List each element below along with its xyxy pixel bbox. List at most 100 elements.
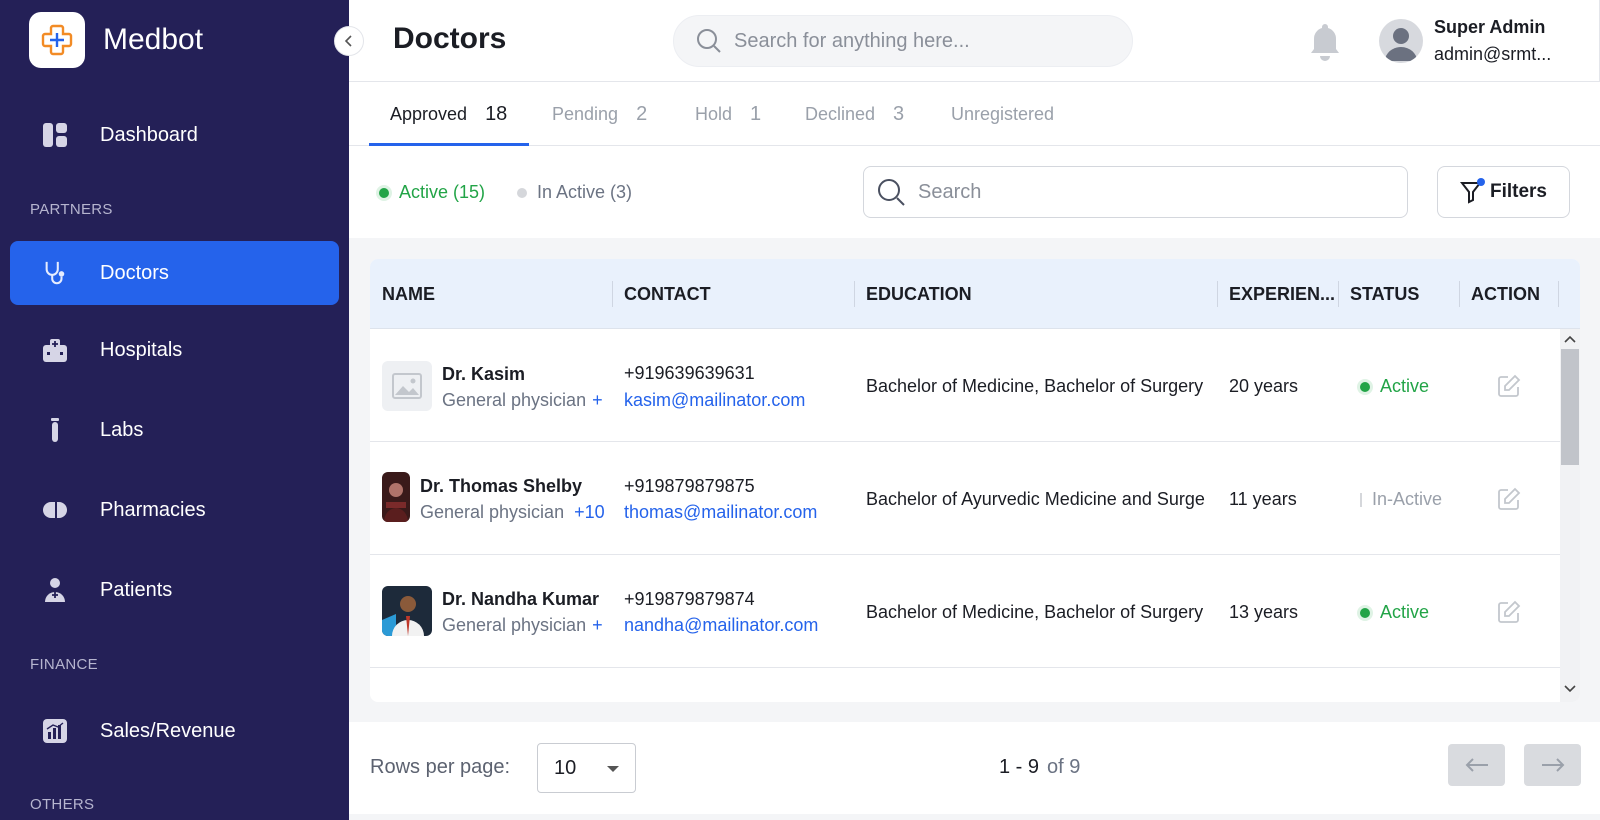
doctor-email[interactable]: kasim@mailinator.com xyxy=(624,390,805,411)
tab-label: Unregistered xyxy=(951,103,1055,124)
tab-count: 3 xyxy=(893,102,905,125)
collapse-sidebar-button[interactable] xyxy=(334,26,364,56)
table-row[interactable]: Dr. Nandha Kumar General physician + +919… xyxy=(370,555,1560,668)
sidebar-item-label: Sales/Revenue xyxy=(100,719,236,742)
section-label-partners: PARTNERS xyxy=(30,201,113,218)
more-specialties-link[interactable]: + xyxy=(592,390,603,410)
doctor-education: Bachelor of Ayurvedic Medicine and Surge xyxy=(866,489,1205,509)
user-name: Super Admin xyxy=(1434,17,1546,37)
sidebar-item-patients[interactable]: Patients xyxy=(10,558,339,622)
table-search-input[interactable] xyxy=(918,180,1378,204)
rows-per-page-value: 10 xyxy=(554,756,577,779)
doctor-phone: +919879879874 xyxy=(624,589,755,609)
doctor-name: Dr. Kasim xyxy=(442,364,526,384)
tab-pending[interactable]: Pending 2 xyxy=(552,82,647,146)
rows-per-page-select[interactable]: 10 xyxy=(537,743,636,793)
inactive-filter-chip[interactable]: In Active (3) xyxy=(517,182,632,203)
chip-label: Active (15) xyxy=(399,182,486,202)
specialty-text: General physician xyxy=(442,615,587,635)
scroll-down-icon[interactable] xyxy=(1560,681,1580,697)
edit-icon[interactable] xyxy=(1497,374,1521,398)
notification-bell-icon[interactable] xyxy=(1309,22,1341,67)
inactive-dot xyxy=(517,187,527,198)
sidebar: Medbot Dashboard PARTNERS Doctors Hospit… xyxy=(0,0,349,820)
doctor-experience: 11 years xyxy=(1229,489,1297,509)
tab-label: Hold xyxy=(695,103,733,124)
table-search[interactable] xyxy=(863,166,1408,218)
tab-declined[interactable]: Declined 3 xyxy=(805,82,904,146)
sidebar-item-label: Patients xyxy=(100,578,173,601)
tab-unregistered[interactable]: Unregistered xyxy=(951,82,1054,146)
search-icon xyxy=(697,29,721,53)
status-dot xyxy=(1360,381,1370,392)
doctor-email[interactable]: nandha@mailinator.com xyxy=(624,615,818,636)
doctor-email[interactable]: thomas@mailinator.com xyxy=(624,502,817,523)
doctors-table: NAME CONTACT EDUCATION EXPERIEN... STATU… xyxy=(370,259,1580,702)
next-page-button[interactable] xyxy=(1524,744,1581,786)
scroll-thumb[interactable] xyxy=(1561,349,1579,465)
sidebar-item-pharmacies[interactable]: Pharmacies xyxy=(10,478,339,542)
column-header-status[interactable]: STATUS xyxy=(1338,259,1419,329)
specialty-text: General physician xyxy=(442,390,587,410)
global-search[interactable] xyxy=(673,15,1133,67)
table-row[interactable]: Dr. Thomas Shelby General physician +10 +… xyxy=(370,442,1560,555)
filter-bar: Active (15) In Active (3) Filters xyxy=(349,146,1600,238)
sidebar-item-doctors[interactable]: Doctors xyxy=(10,241,339,305)
column-header-experience[interactable]: EXPERIEN... xyxy=(1217,259,1335,329)
sidebar-item-dashboard[interactable]: Dashboard xyxy=(10,103,339,167)
patient-icon xyxy=(42,577,68,603)
user-email: admin@srmt... xyxy=(1434,44,1552,64)
filters-button-label: Filters xyxy=(1489,181,1548,202)
user-avatar[interactable] xyxy=(1379,19,1423,63)
previous-page-button[interactable] xyxy=(1448,744,1505,786)
caret-down-icon xyxy=(607,766,619,772)
sidebar-item-labs[interactable]: Labs xyxy=(10,398,339,462)
app-name: Medbot xyxy=(103,23,204,56)
column-header-contact[interactable]: CONTACT xyxy=(612,259,711,329)
page-range: 1 - 9 of 9 xyxy=(999,756,1080,779)
doctor-specialty: General physician + xyxy=(442,615,603,636)
more-specialties-link[interactable]: +10 xyxy=(574,502,605,522)
range-total: of 9 xyxy=(1047,756,1081,778)
tab-label: Approved xyxy=(390,103,468,124)
pagination-bar: Rows per page: 10 1 - 9 of 9 xyxy=(349,722,1600,814)
doctor-experience: 13 years xyxy=(1229,602,1299,622)
section-label-finance: FINANCE xyxy=(30,656,98,673)
table-scrollbar[interactable] xyxy=(1560,329,1580,702)
doctor-name: Dr. Nandha Kumar xyxy=(442,589,600,609)
status-badge: Active xyxy=(1360,602,1429,623)
more-specialties-link[interactable]: + xyxy=(592,615,603,635)
doctor-specialty: General physician +10 xyxy=(420,502,605,523)
status-tabs: Approved 18 Pending 2 Hold 1 Declined 3 … xyxy=(349,82,1600,146)
arrow-left-icon xyxy=(1465,758,1488,772)
edit-icon[interactable] xyxy=(1497,487,1521,511)
brand[interactable]: Medbot xyxy=(29,12,203,68)
scroll-up-icon[interactable] xyxy=(1560,331,1580,347)
stethoscope-icon xyxy=(42,260,68,286)
tab-count: 18 xyxy=(485,102,508,125)
section-label-others: OTHERS xyxy=(30,796,95,813)
hospital-icon xyxy=(42,337,68,363)
tab-approved[interactable]: Approved 18 xyxy=(390,82,507,146)
status-text: Active xyxy=(1380,376,1430,396)
filters-button[interactable]: Filters xyxy=(1437,166,1570,218)
sidebar-item-sales-revenue[interactable]: Sales/Revenue xyxy=(10,699,339,763)
tab-hold[interactable]: Hold 1 xyxy=(695,82,761,146)
column-header-action: ACTION xyxy=(1471,283,1540,304)
column-divider xyxy=(1558,281,1559,307)
status-dot xyxy=(1360,492,1362,507)
column-header-name[interactable]: NAME xyxy=(370,259,435,329)
doctor-photo xyxy=(382,472,410,522)
column-header-education[interactable]: EDUCATION xyxy=(854,259,972,329)
specialty-text: General physician xyxy=(420,502,565,522)
global-search-input[interactable] xyxy=(734,29,1114,53)
table-row[interactable]: Dr. Kasim General physician + +9196396396… xyxy=(370,329,1560,442)
range-text: 1 - 9 xyxy=(999,756,1040,778)
active-filter-chip[interactable]: Active (15) xyxy=(379,182,485,203)
doctor-name: Dr. Thomas Shelby xyxy=(420,476,583,496)
sidebar-item-label: Labs xyxy=(100,418,144,441)
edit-icon[interactable] xyxy=(1497,600,1521,624)
sidebar-item-hospitals[interactable]: Hospitals xyxy=(10,318,339,382)
active-dot xyxy=(379,187,389,198)
chevron-left-icon xyxy=(344,35,352,47)
